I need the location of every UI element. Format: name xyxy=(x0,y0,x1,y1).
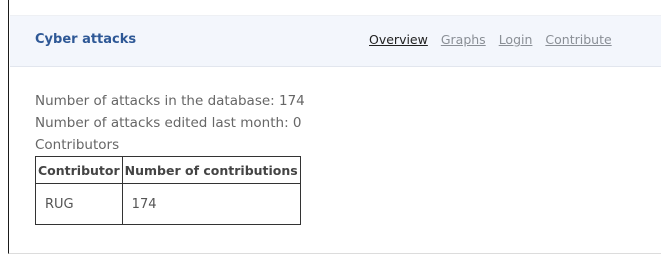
column-header-contributor: Contributor xyxy=(35,156,123,184)
attacks-total-text: Number of attacks in the database: 174 xyxy=(35,93,305,109)
nav-links: Overview Graphs Login Contribute xyxy=(369,32,621,47)
attacks-last-month-text: Number of attacks edited last month: 0 xyxy=(35,115,302,131)
main-content: Number of attacks in the database: 174 N… xyxy=(35,90,305,225)
cell-contributor: RUG xyxy=(35,183,123,225)
contributors-heading: Contributors xyxy=(35,137,120,153)
top-navbar: Cyber attacks Overview Graphs Login Cont… xyxy=(10,15,661,67)
column-header-contributions: Number of contributions xyxy=(121,156,301,184)
table-row: RUG 174 xyxy=(35,183,301,225)
nav-link-graphs[interactable]: Graphs xyxy=(441,32,486,47)
nav-link-login[interactable]: Login xyxy=(499,32,533,47)
brand-link[interactable]: Cyber attacks xyxy=(35,32,136,47)
table-header-row: Contributor Number of contributions xyxy=(35,156,301,184)
nav-link-overview[interactable]: Overview xyxy=(369,32,428,47)
nav-link-contribute[interactable]: Contribute xyxy=(545,32,611,47)
contributors-table: Contributor Number of contributions RUG … xyxy=(35,156,301,225)
cell-contributions: 174 xyxy=(121,183,301,225)
